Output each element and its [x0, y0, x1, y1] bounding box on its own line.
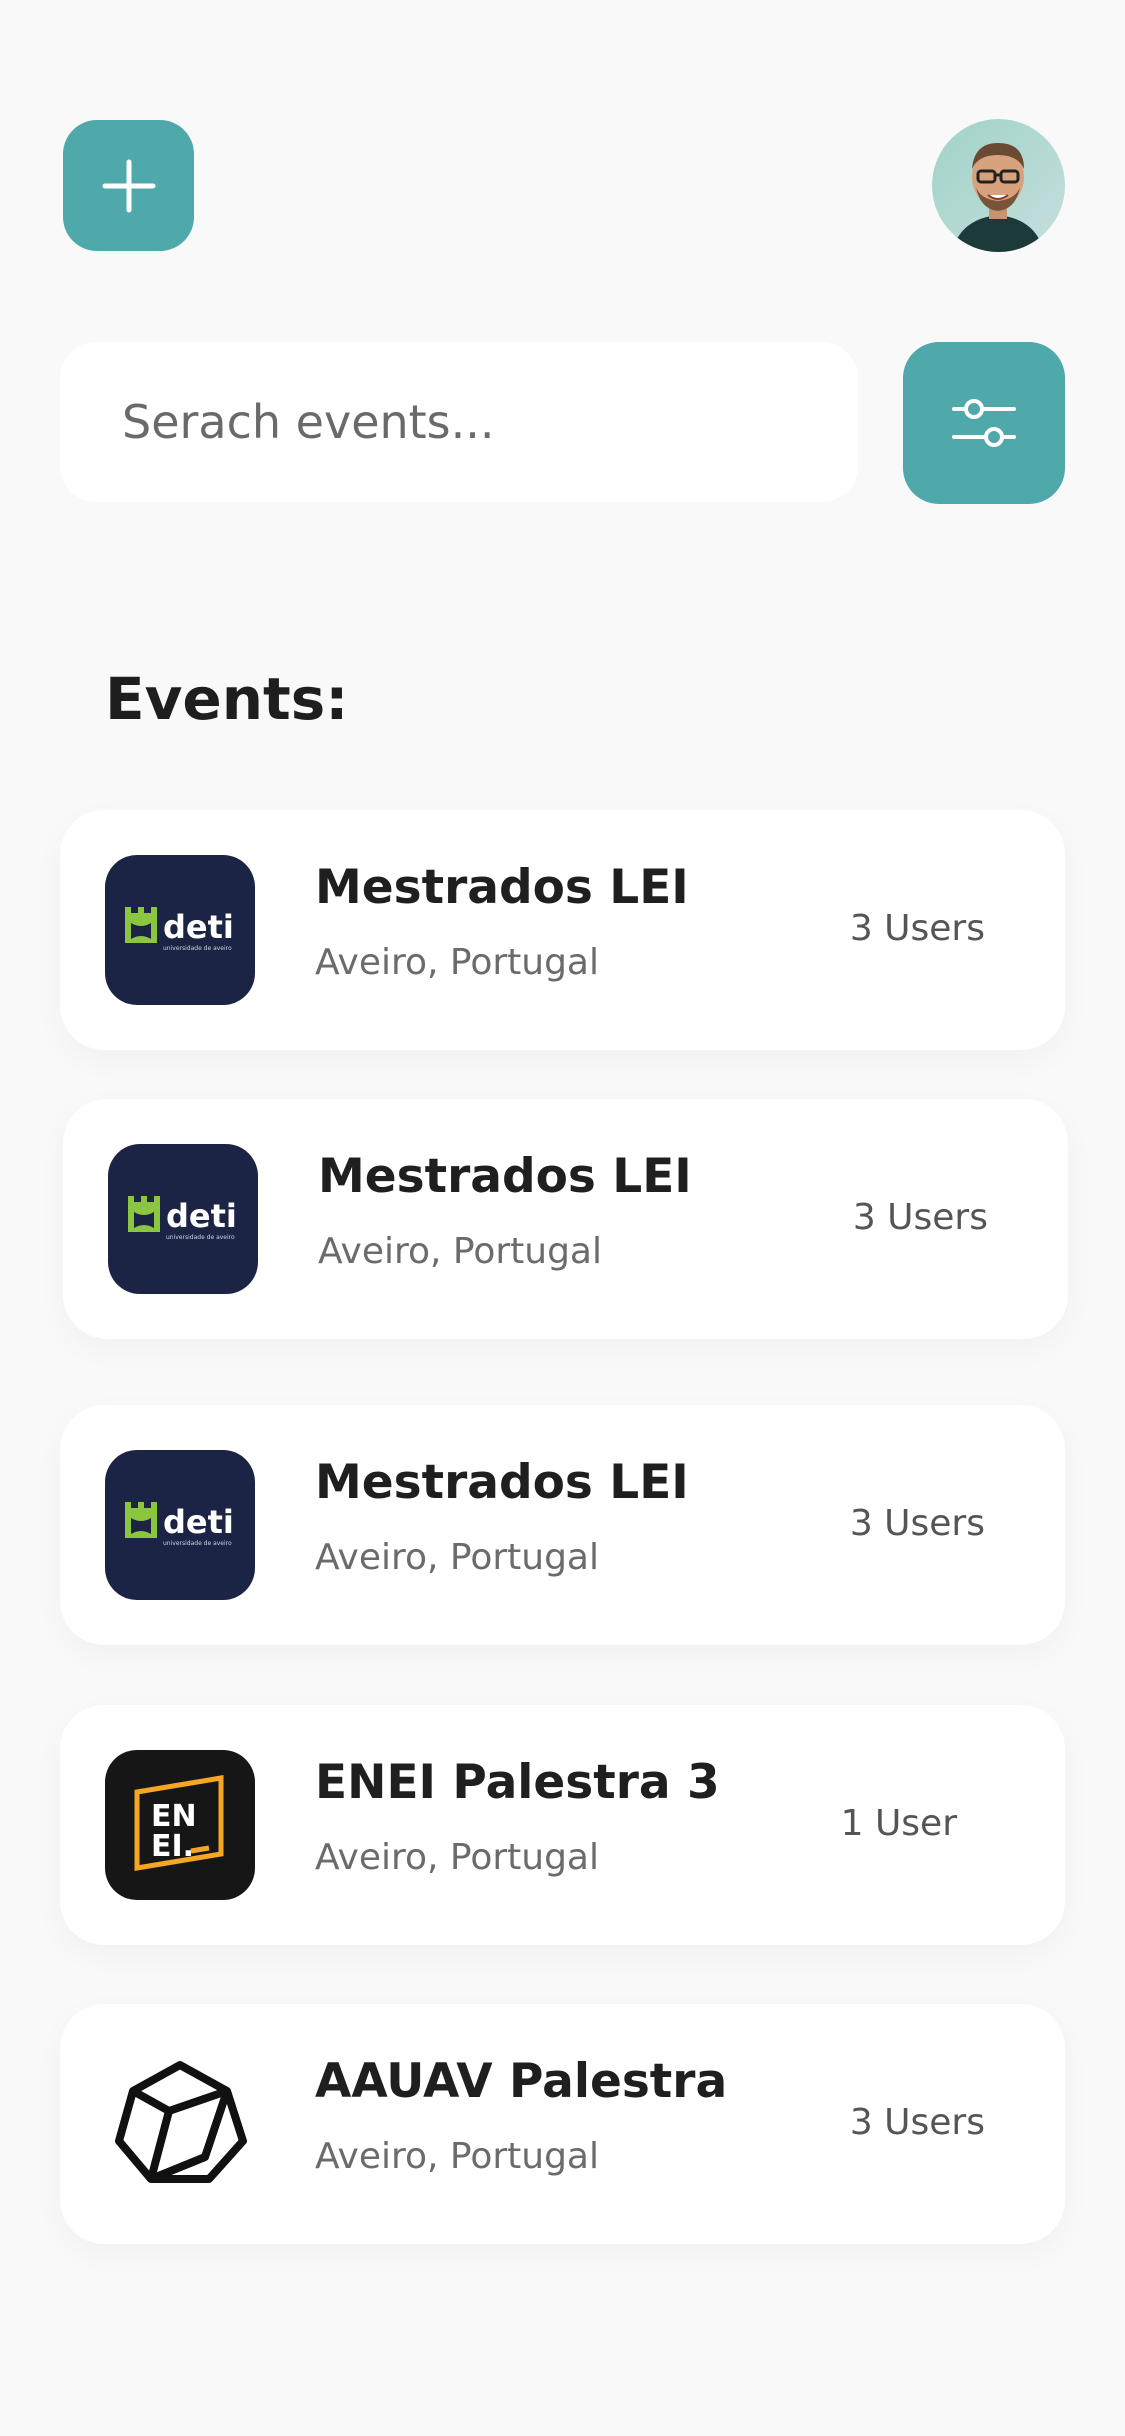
event-location: Aveiro, Portugal [315, 1837, 599, 1878]
event-card[interactable]: deti universidade de aveiro Mestrados LE… [63, 1099, 1068, 1339]
deti-logo: deti universidade de aveiro [105, 1450, 255, 1600]
svg-text:EI.: EI. [151, 1829, 194, 1864]
enei-logo: EN EI. [105, 1750, 255, 1900]
events-screen: Events: deti universidade de aveiro Mest… [0, 0, 1125, 2436]
deti-logo: deti universidade de aveiro [108, 1144, 258, 1294]
event-location: Aveiro, Portugal [318, 1231, 602, 1272]
plus-icon [102, 159, 155, 212]
user-avatar-image [932, 119, 1065, 252]
event-user-count: 3 Users [849, 1503, 985, 1544]
event-card[interactable]: deti universidade de aveiro Mestrados LE… [60, 810, 1065, 1050]
event-user-count: 3 Users [852, 1197, 988, 1238]
event-card[interactable]: EN EI. ENEI Palestra 3 Aveiro, Portugal … [60, 1705, 1065, 1945]
svg-text:deti: deti [163, 908, 234, 946]
svg-text:deti: deti [166, 1197, 237, 1235]
event-card[interactable]: AAUAV Palestra Aveiro, Portugal 3 Users [60, 2004, 1065, 2244]
event-title: ENEI Palestra 3 [315, 1755, 720, 1810]
event-card[interactable]: deti universidade de aveiro Mestrados LE… [60, 1405, 1065, 1645]
svg-text:universidade de aveiro: universidade de aveiro [163, 1540, 232, 1547]
sliders-icon [952, 399, 1016, 447]
event-location: Aveiro, Portugal [315, 1537, 599, 1578]
svg-text:universidade de aveiro: universidade de aveiro [163, 945, 232, 952]
event-user-count: 3 Users [849, 2102, 985, 2143]
event-title: Mestrados LEI [315, 860, 689, 915]
event-title: Mestrados LEI [315, 1455, 689, 1510]
filter-button[interactable] [903, 342, 1065, 504]
search-bar [60, 342, 858, 502]
events-heading: Events: [105, 665, 349, 733]
avatar[interactable] [932, 119, 1065, 252]
event-title: Mestrados LEI [318, 1149, 692, 1204]
event-location: Aveiro, Portugal [315, 2136, 599, 2177]
event-title: AAUAV Palestra [315, 2054, 728, 2109]
aauav-logo [105, 2049, 255, 2199]
svg-text:deti: deti [163, 1503, 234, 1541]
deti-logo: deti universidade de aveiro [105, 855, 255, 1005]
event-user-count: 3 Users [849, 908, 985, 949]
add-event-button[interactable] [63, 120, 194, 251]
search-input[interactable] [120, 394, 858, 450]
event-location: Aveiro, Portugal [315, 942, 599, 983]
event-user-count: 1 User [840, 1803, 957, 1844]
svg-text:universidade de aveiro: universidade de aveiro [166, 1234, 235, 1241]
